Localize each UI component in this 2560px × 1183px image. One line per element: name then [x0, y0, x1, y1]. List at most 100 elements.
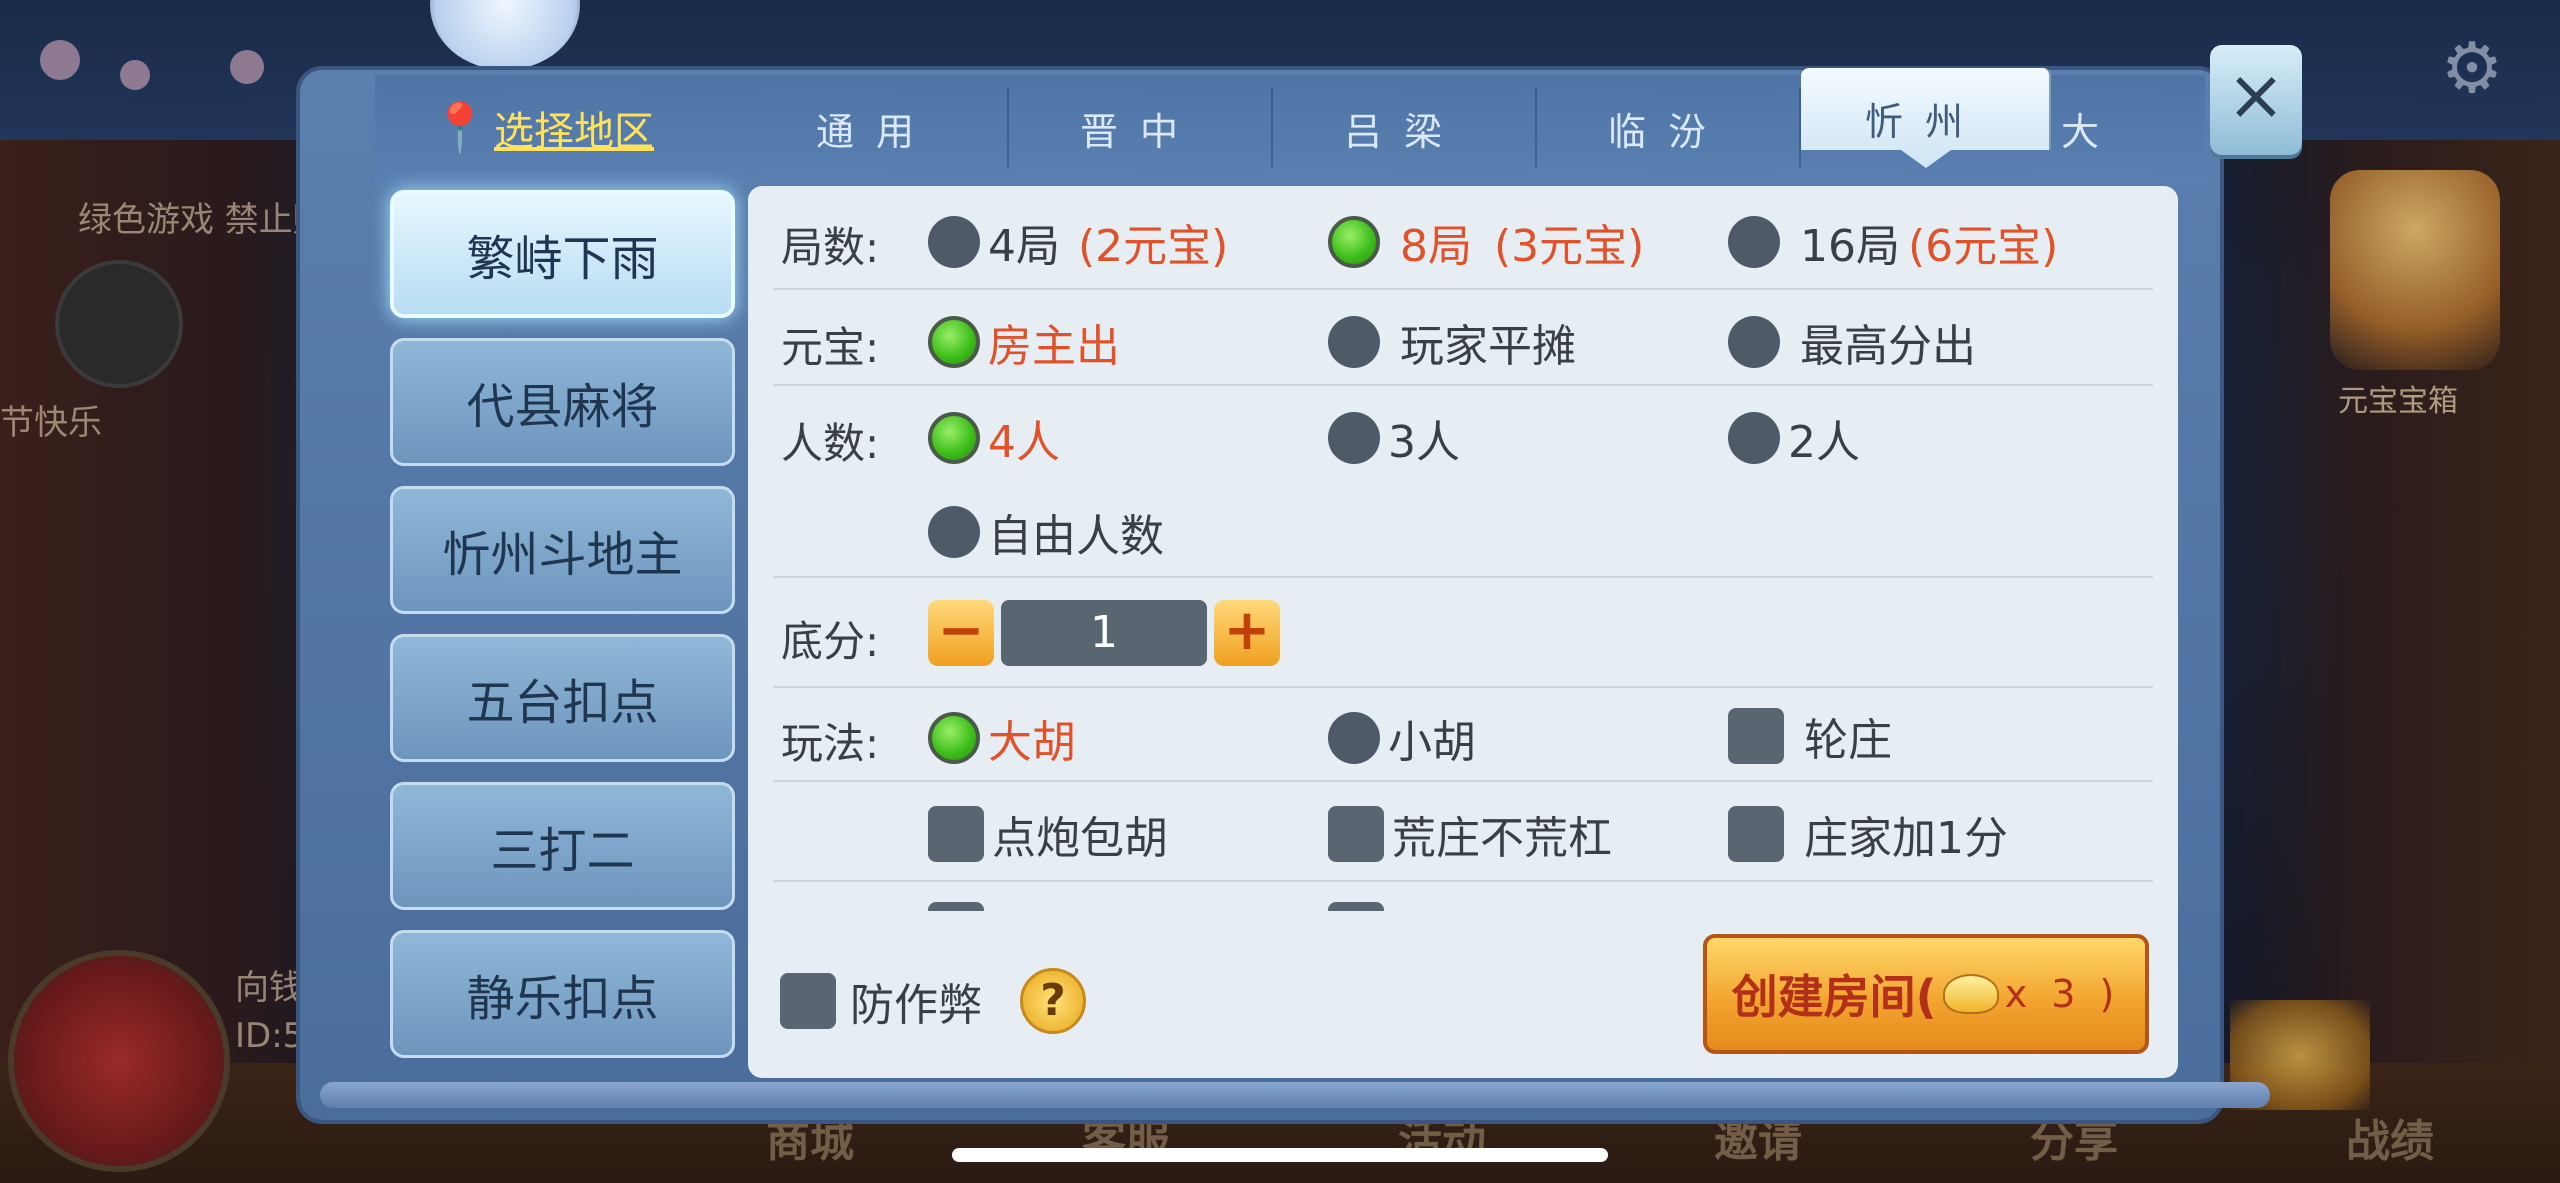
players-option-free[interactable]: 自由人数 [928, 500, 1164, 564]
option-text: 3人 [1388, 417, 1460, 468]
blossom-decoration [120, 60, 150, 90]
radio-icon [928, 506, 980, 558]
game-item-daixian-majiang[interactable]: 代县麻将 [390, 338, 735, 466]
option-text: 庄家加1分 [1804, 813, 2008, 864]
treasure-chest-icon[interactable] [2330, 170, 2500, 370]
option-text: 2人 [1788, 417, 1860, 468]
rules-label: 玩法: [781, 719, 880, 768]
notice-text: 绿色游戏 禁止赌 [78, 200, 327, 240]
region-select[interactable]: 📍 选择地区 [430, 98, 654, 158]
rules-row-3-partial [773, 882, 2153, 911]
checkbox-checked-icon[interactable] [928, 902, 984, 911]
option-text: 自由人数 [988, 511, 1164, 562]
close-icon: × [2226, 54, 2286, 136]
blossom-decoration [230, 50, 264, 84]
game-item-fanshi-xiayu[interactable]: 繁峙下雨 [390, 190, 735, 318]
rules-check-huangzhuang[interactable]: 荒庄不荒杠 [1328, 802, 1612, 866]
help-icon[interactable]: ? [1020, 968, 1086, 1034]
players-option-2[interactable]: 2人 [1728, 406, 1860, 470]
option-text: 房主出 [988, 321, 1120, 372]
checkbox-icon [780, 973, 836, 1029]
game-item-xinzhou-doudizhu[interactable]: 忻州斗地主 [390, 486, 735, 614]
radio-icon [1728, 412, 1780, 464]
payment-row: 元宝: 房主出 玩家平摊 最高分出 [773, 290, 2153, 386]
region-select-label[interactable]: 选择地区 [494, 99, 654, 157]
checkbox-icon [928, 806, 984, 862]
create-room-cost: x 3 ) [2004, 972, 2121, 1016]
option-text: 8局 [1400, 221, 1472, 272]
gear-icon[interactable]: ⚙ [2434, 30, 2510, 106]
options-panel: 局数: 4局 (2元宝) 8局 (3元宝) 16局 (6元宝) 元宝: 房主出 … [748, 186, 2178, 1078]
avatar[interactable] [8, 950, 230, 1172]
radio-selected-icon [928, 412, 980, 464]
home-indicator[interactable] [952, 1148, 1608, 1162]
rounds-option-8[interactable]: 8局 (3元宝) [1328, 210, 1644, 274]
players-option-3[interactable]: 3人 [1328, 406, 1460, 470]
players-row: 人数: 4人 3人 2人 自由人数 [773, 386, 2153, 578]
rounds-option-4[interactable]: 4局 (2元宝) [928, 210, 1228, 274]
checkbox-checked-icon[interactable] [1328, 902, 1384, 911]
dialog-bottom-bar [320, 1082, 2270, 1108]
radio-icon [1328, 412, 1380, 464]
rules-check-lunzhuang[interactable]: 轮庄 [1728, 704, 1892, 768]
checkbox-icon [1728, 708, 1784, 764]
tab-tongyong[interactable]: 通用 [745, 88, 1009, 168]
option-text: 4人 [988, 417, 1060, 468]
radio-selected-icon [1328, 216, 1380, 268]
base-score-row: 底分: − 1 + [773, 578, 2153, 688]
rounds-label: 局数: [781, 223, 880, 272]
option-text: 玩家平摊 [1400, 321, 1576, 372]
checkbox-icon [1728, 806, 1784, 862]
tab-jinzhong[interactable]: 晋中 [1009, 88, 1273, 168]
base-score-value: 1 [1001, 600, 1207, 666]
option-text: 4局 [988, 221, 1060, 272]
payment-label: 元宝: [781, 323, 880, 372]
game-item-sandaer[interactable]: 三打二 [390, 782, 735, 910]
stamp-icon[interactable] [55, 260, 183, 388]
anti-cheat-option[interactable]: 防作弊 ? [780, 968, 1086, 1034]
decrease-button[interactable]: − [928, 600, 994, 666]
game-item-jingle-koudian[interactable]: 静乐扣点 [390, 930, 735, 1058]
create-room-label: 创建房间( [1731, 970, 1937, 1024]
radio-icon [1328, 712, 1380, 764]
anti-cheat-label: 防作弊 [850, 980, 982, 1031]
option-text: 荒庄不荒杠 [1392, 813, 1612, 864]
players-option-4[interactable]: 4人 [928, 406, 1060, 470]
option-cost: (3元宝) [1494, 221, 1645, 272]
tab-da[interactable]: 大 [2051, 88, 2131, 168]
nav-records[interactable]: 战绩 [2280, 1105, 2500, 1175]
option-text: 点炮包胡 [992, 813, 1168, 864]
ingot-icon [1942, 974, 1999, 1014]
checkbox-icon [1328, 806, 1384, 862]
radio-selected-icon [928, 316, 980, 368]
radio-selected-icon [928, 712, 980, 764]
option-text: 小胡 [1388, 717, 1476, 768]
options-scroll-area[interactable]: 局数: 4局 (2元宝) 8局 (3元宝) 16局 (6元宝) 元宝: 房主出 … [773, 186, 2153, 911]
rounds-option-16[interactable]: 16局 (6元宝) [1728, 210, 2058, 274]
rules-option-dahu[interactable]: 大胡 [928, 706, 1076, 770]
region-tabs: 通用 晋中 吕梁 临汾 忻州 大 [745, 68, 2215, 178]
base-score-label: 底分: [781, 617, 880, 666]
location-pin-icon: 📍 [430, 100, 490, 156]
tab-linfen[interactable]: 临汾 [1537, 88, 1801, 168]
close-button[interactable]: × [2210, 45, 2302, 155]
rules-check-zhuangjia-jiafen[interactable]: 庄家加1分 [1728, 802, 2008, 866]
rules-option-xiaohu[interactable]: 小胡 [1328, 706, 1476, 770]
blossom-decoration [40, 40, 80, 80]
players-label: 人数: [781, 419, 880, 468]
rules-check-dianpao-baohu[interactable]: 点炮包胡 [928, 802, 1168, 866]
payment-option-host[interactable]: 房主出 [928, 310, 1120, 374]
create-room-button[interactable]: 创建房间( x 3 ) [1703, 934, 2149, 1054]
tab-xinzhou[interactable]: 忻州 [1801, 68, 2051, 168]
increase-button[interactable]: + [1214, 600, 1280, 666]
tab-lvliang[interactable]: 吕梁 [1273, 88, 1537, 168]
option-text: 最高分出 [1800, 321, 1976, 372]
radio-icon [1728, 316, 1780, 368]
game-item-wutai-koudian[interactable]: 五台扣点 [390, 634, 735, 762]
payment-option-split[interactable]: 玩家平摊 [1328, 310, 1576, 374]
rules-row-2: 点炮包胡 荒庄不荒杠 庄家加1分 [773, 782, 2153, 882]
payment-option-highest[interactable]: 最高分出 [1728, 310, 1976, 374]
radio-icon [1728, 216, 1780, 268]
option-cost: (2元宝) [1078, 221, 1229, 272]
option-text: 16局 [1800, 221, 1900, 272]
